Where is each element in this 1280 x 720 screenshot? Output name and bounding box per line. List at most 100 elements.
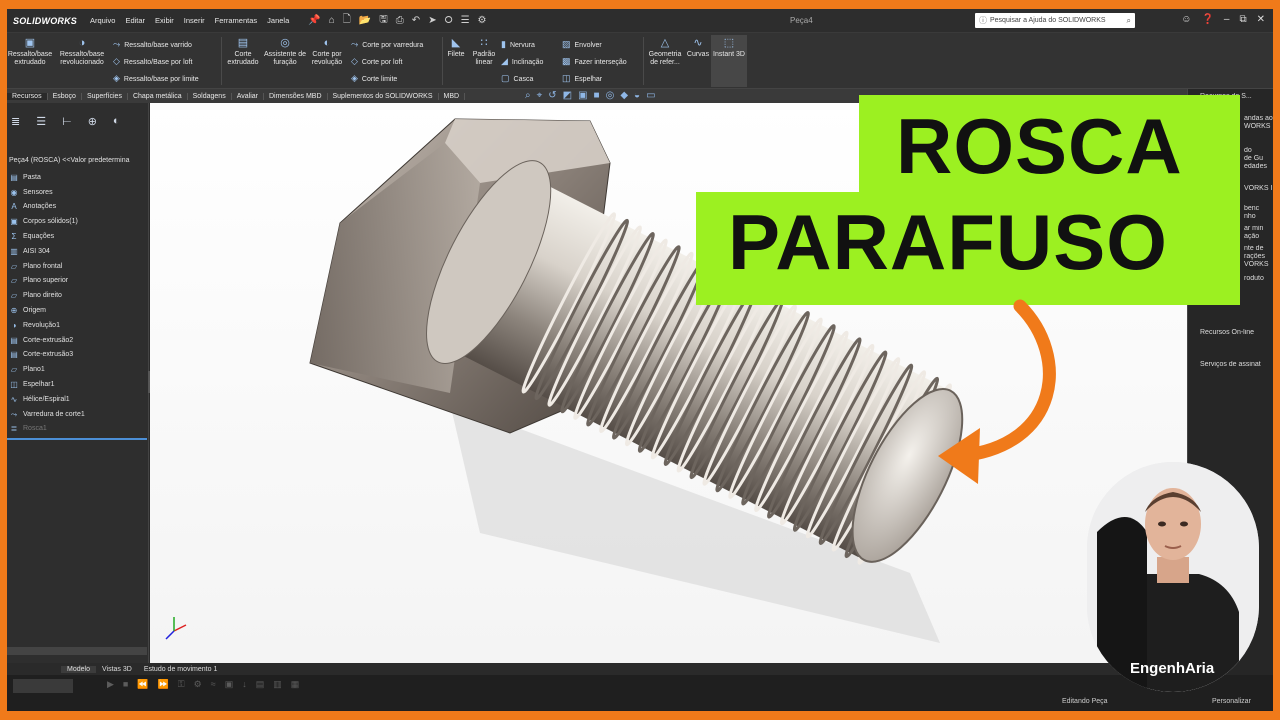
tree-item[interactable]: ▱ Plano1 bbox=[7, 362, 148, 377]
tree-item[interactable]: ▤ Pasta bbox=[7, 170, 148, 185]
tab-modelo[interactable]: Modelo bbox=[61, 665, 96, 673]
property-manager-icon[interactable]: ☰ bbox=[36, 115, 46, 133]
view-settings-icon[interactable]: ▭ bbox=[646, 91, 655, 101]
scene-icon[interactable]: ◒ bbox=[634, 91, 640, 101]
menu-inserir[interactable]: Inserir bbox=[179, 16, 210, 25]
rewind-icon[interactable]: ⏪ bbox=[137, 679, 148, 690]
tab-superficies[interactable]: Superfícies bbox=[82, 92, 128, 100]
cut-extrude-button[interactable]: ▤ Corte extrudado bbox=[223, 37, 263, 67]
instant3d-label-group[interactable]: ⬚ Instant 3D bbox=[711, 37, 747, 59]
fillet-button[interactable]: ◣ Filete bbox=[444, 37, 468, 59]
help-icon[interactable]: ❓ bbox=[1201, 14, 1213, 25]
minimize-icon[interactable]: ‒ bbox=[1224, 14, 1230, 25]
select-cursor-icon[interactable]: ➤ bbox=[428, 15, 436, 26]
loft-boss-button[interactable]: ◇ Ressalto/Base por loft bbox=[113, 56, 192, 67]
search-icon[interactable]: ⌕ bbox=[1127, 16, 1131, 26]
tab-avaliar[interactable]: Avaliar bbox=[232, 92, 264, 100]
tree-item[interactable]: ◉ Sensores bbox=[7, 185, 148, 200]
tree-item[interactable]: ⤳ Varredura de corte1 bbox=[7, 407, 148, 422]
rollback-bar[interactable] bbox=[7, 438, 147, 441]
display-manager-icon[interactable]: ◐ bbox=[113, 115, 120, 133]
tab-dimensoes-mbd[interactable]: Dimensões MBD bbox=[264, 92, 328, 100]
cut-revolve-button[interactable]: ◐ Corte por revolução bbox=[307, 37, 347, 67]
tree-item[interactable]: ▤ Corte-extrusão3 bbox=[7, 348, 148, 363]
help-search-box[interactable]: ⓘ Pesquisar a Ajuda do SOLIDWORKS ⌕ bbox=[975, 13, 1135, 28]
edit-appearance-icon[interactable]: ◆ bbox=[620, 91, 628, 101]
undo-icon[interactable]: ↶ bbox=[412, 15, 420, 26]
tree-item[interactable]: ▱ Plano superior bbox=[7, 274, 148, 289]
tree-horizontal-scrollbar[interactable] bbox=[7, 647, 147, 655]
save-icon[interactable]: 🖫 bbox=[379, 12, 388, 29]
tab-suplementos[interactable]: Suplementos do SOLIDWORKS bbox=[328, 92, 439, 100]
view-orientation-icon[interactable]: ▣ bbox=[578, 91, 587, 101]
curves-button[interactable]: ∿ Curvas bbox=[685, 37, 711, 59]
linear-pattern-button[interactable]: ∷ Padrão linear bbox=[469, 37, 499, 67]
tree-item[interactable]: ≣ Rosca1 bbox=[7, 422, 148, 437]
boundary-cut-button[interactable]: ◈ Corte limite bbox=[351, 73, 397, 84]
swept-boss-button[interactable]: ⤳ Ressalto/base varrido bbox=[113, 39, 192, 50]
tree-item[interactable]: ▱ Plano frontal bbox=[7, 259, 148, 274]
menu-exibir[interactable]: Exibir bbox=[150, 16, 179, 25]
menu-arquivo[interactable]: Arquivo bbox=[85, 16, 120, 25]
loft-cut-button[interactable]: ◇ Corte por loft bbox=[351, 56, 402, 67]
menu-janela[interactable]: Janela bbox=[262, 16, 294, 25]
previous-view-icon[interactable]: ↺ bbox=[548, 91, 556, 101]
tree-root-part[interactable]: Peça4 (ROSCA) <<Valor predetermina bbox=[7, 157, 148, 170]
tab-estudo-movimento[interactable]: Estudo de movimento 1 bbox=[138, 666, 224, 673]
intersect-button[interactable]: ▩ Fazer interseção bbox=[562, 56, 627, 67]
subscription-services-link[interactable]: Serviços de assinat bbox=[1200, 361, 1272, 369]
mirror-button[interactable]: ◫ Espelhar bbox=[562, 73, 602, 84]
menu-ferramentas[interactable]: Ferramentas bbox=[210, 16, 263, 25]
tree-item[interactable]: ◑ Revolução1 bbox=[7, 318, 148, 333]
forward-icon[interactable]: ⏩ bbox=[158, 679, 169, 690]
reference-geometry-button[interactable]: △ Geometria de refer... bbox=[645, 37, 685, 67]
dimxpert-icon[interactable]: ⊕ bbox=[88, 115, 97, 133]
boss-revolve-button[interactable]: ◑ Ressalto/base revolucionado bbox=[55, 37, 109, 67]
results-icon[interactable]: ▤ bbox=[256, 679, 265, 690]
tree-item[interactable]: ∿ Hélice/Espiral1 bbox=[7, 392, 148, 407]
tab-mbd[interactable]: MBD bbox=[439, 92, 466, 100]
tree-item[interactable]: ▱ Plano direito bbox=[7, 288, 148, 303]
close-icon[interactable]: ✕ bbox=[1257, 14, 1265, 25]
boundary-boss-button[interactable]: ◈ Ressalto/base por limite bbox=[113, 73, 199, 84]
gravity-icon[interactable]: ↓ bbox=[242, 679, 247, 690]
tab-chapa-metalica[interactable]: Chapa metálica bbox=[128, 92, 188, 100]
tree-item[interactable]: ▤ Corte-extrusão2 bbox=[7, 333, 148, 348]
tree-item[interactable]: A Anotações bbox=[7, 200, 148, 215]
tab-vistas-3d[interactable]: Vistas 3D bbox=[96, 666, 138, 673]
zoom-to-fit-icon[interactable]: ⌕ bbox=[525, 91, 531, 101]
tree-item[interactable]: ⊕ Origem bbox=[7, 303, 148, 318]
camera-icon[interactable]: ▦ bbox=[291, 679, 300, 690]
section-view-icon[interactable]: ◩ bbox=[563, 91, 572, 101]
help-search-input[interactable]: Pesquisar a Ajuda do SOLIDWORKS bbox=[990, 17, 1106, 24]
configuration-manager-icon[interactable]: ⊢ bbox=[62, 115, 72, 133]
online-resources-link[interactable]: Recursos On-line bbox=[1200, 329, 1272, 337]
motor-icon[interactable]: ⚙ bbox=[194, 679, 202, 690]
tree-item[interactable]: ◫ Espelhar1 bbox=[7, 377, 148, 392]
draft-button[interactable]: ◢ Inclinação bbox=[501, 56, 543, 67]
rebuild-icon[interactable]: ⭘ bbox=[445, 15, 453, 26]
pin-icon[interactable]: 📌 bbox=[308, 15, 320, 26]
options-gear-icon[interactable]: ⚙ bbox=[478, 15, 487, 26]
stop-icon[interactable]: ■ bbox=[123, 679, 128, 690]
status-customize[interactable]: Personalizar bbox=[1212, 698, 1251, 705]
hole-wizard-button[interactable]: ◎ Assistente de furação bbox=[263, 37, 307, 67]
restore-icon[interactable]: ⧉ bbox=[1239, 14, 1246, 25]
display-style-icon[interactable]: ■ bbox=[594, 91, 600, 101]
open-folder-icon[interactable]: 📂 bbox=[359, 15, 371, 26]
file-properties-icon[interactable]: ☰ bbox=[461, 15, 470, 26]
key-icon[interactable]: ⚿ bbox=[178, 679, 185, 690]
tree-item[interactable]: Σ Equações bbox=[7, 229, 148, 244]
feature-tree-icon[interactable]: ≣ bbox=[11, 115, 20, 133]
rib-button[interactable]: ▮ Nervura bbox=[501, 39, 535, 50]
wrap-button[interactable]: ▨ Envolver bbox=[562, 39, 602, 50]
spring-icon[interactable]: ≈ bbox=[211, 679, 216, 690]
contact-icon[interactable]: ▣ bbox=[225, 679, 234, 690]
shell-button[interactable]: ▢ Casca bbox=[501, 73, 533, 84]
tab-esboco[interactable]: Esboço bbox=[48, 92, 82, 100]
home-icon[interactable]: ⌂ bbox=[329, 15, 335, 26]
user-icon[interactable]: ☺ bbox=[1181, 14, 1191, 25]
status-dropdown[interactable] bbox=[13, 679, 73, 693]
new-document-icon[interactable]: 🗋 bbox=[343, 12, 351, 29]
tab-recursos[interactable]: Recursos bbox=[7, 92, 48, 100]
